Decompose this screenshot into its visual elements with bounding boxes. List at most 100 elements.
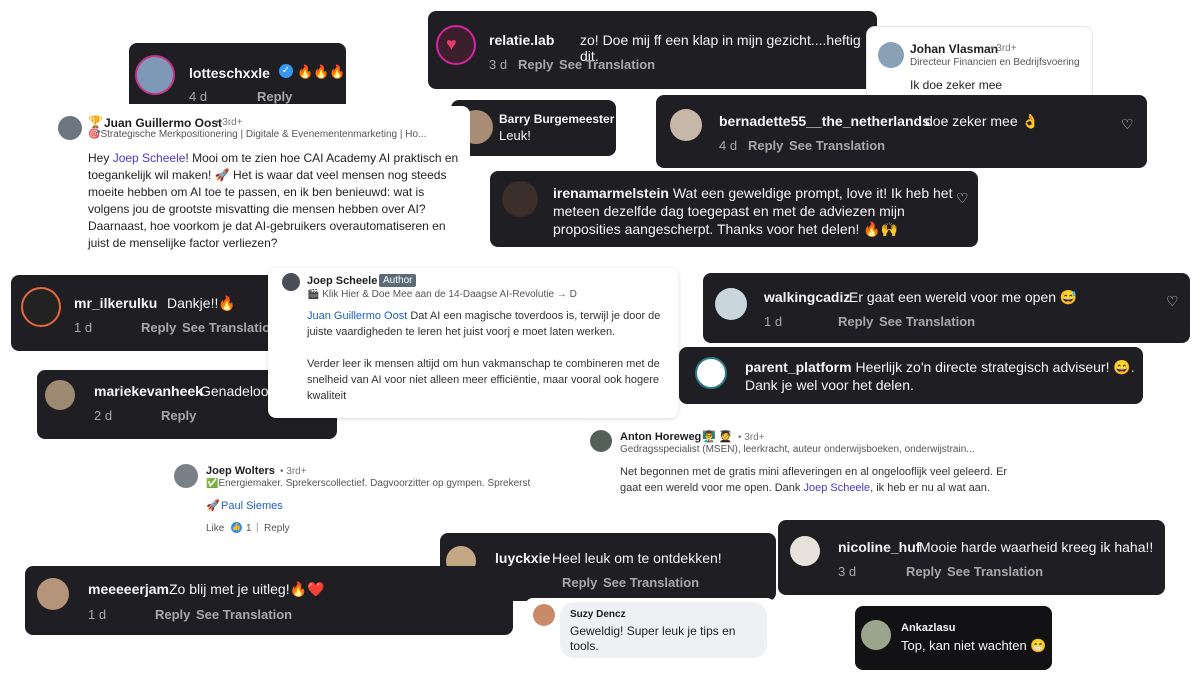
- comment-text: Ik doe zeker mee: [910, 78, 1003, 92]
- like-reaction-icon: 👍: [231, 522, 242, 533]
- comment-body: parent_platform Heerlijk zo'n directe st…: [745, 358, 1135, 394]
- headline: Directeur Financien en Bedrijfsvoering: [910, 57, 1080, 68]
- see-translation-button[interactable]: See Translation: [879, 314, 975, 329]
- mention-link[interactable]: Joep Scheele: [113, 151, 186, 165]
- degree-label: • 3rd+: [990, 43, 1017, 54]
- username[interactable]: bernadette55__the_netherlands: [719, 113, 930, 129]
- comment-text: Zo blij met je uitleg!🔥❤️: [169, 581, 325, 597]
- comment-text: Dankje!!🔥: [167, 295, 236, 311]
- comment-bernadette: bernadette55__the_netherlands doe zeker …: [656, 95, 1147, 168]
- author-name[interactable]: Suzy Dencz: [570, 609, 626, 620]
- comment-irenamarmelstein: irenamarmelstein Wat een geweldige promp…: [490, 171, 978, 247]
- comment-text: Er gaat een wereld voor me open 😅: [849, 289, 1078, 305]
- username[interactable]: mr_ilkerulku: [74, 295, 157, 311]
- username[interactable]: parent_platform: [745, 359, 852, 375]
- divider: |: [256, 522, 259, 533]
- avatar[interactable]: [45, 380, 75, 410]
- comment-text: , ik heb er nu al wat aan.: [870, 482, 990, 494]
- username[interactable]: nicoline_huf: [838, 539, 920, 555]
- author-name[interactable]: Johan Vlasman: [910, 42, 998, 56]
- comment-juan-guillermo-oost: 🏆 Juan Guillermo Oost • 3rd+ 🎯Strategisc…: [50, 106, 470, 254]
- see-translation-button[interactable]: See Translation: [603, 575, 699, 590]
- username[interactable]: lotteschxxle: [189, 65, 270, 81]
- avatar[interactable]: [282, 273, 300, 291]
- author-name[interactable]: Ankazlasu: [901, 622, 955, 634]
- heart-icon[interactable]: ♡: [956, 190, 969, 207]
- see-translation-button[interactable]: See Translation: [182, 320, 278, 335]
- author-badge: Author: [379, 274, 417, 287]
- username[interactable]: mariekevanheek: [94, 383, 203, 399]
- mention-link[interactable]: Joep Scheele: [803, 482, 870, 494]
- comment-mr-ilkerulku: mr_ilkerulku Dankje!!🔥 1 d Reply See Tra…: [11, 275, 286, 351]
- avatar[interactable]: [790, 536, 820, 566]
- username[interactable]: meeeeerjam: [88, 581, 169, 597]
- timestamp: 4 d: [719, 138, 738, 153]
- avatar[interactable]: [135, 55, 175, 95]
- reply-button[interactable]: Reply: [257, 89, 292, 104]
- reply-button[interactable]: Reply: [155, 607, 190, 622]
- author-name[interactable]: Joep Scheele: [307, 275, 377, 287]
- timestamp: 3 d: [838, 564, 857, 579]
- comment-relatie-lab: ♥ relatie.lab zo! Doe mij ff een klap in…: [428, 11, 877, 89]
- like-count: 1: [246, 523, 252, 534]
- reply-button[interactable]: Reply: [264, 523, 290, 534]
- reply-button[interactable]: Reply: [838, 314, 873, 329]
- author-name[interactable]: Anton Horeweg: [620, 431, 701, 443]
- comment-joep-scheele: Joep Scheele Author 🎬 Klik Hier & Doe Me…: [268, 268, 678, 418]
- reply-button[interactable]: Reply: [906, 564, 941, 579]
- comment-text: Mooie harde waarheid kreeg ik haha!!: [919, 539, 1154, 555]
- reply-button[interactable]: Reply: [562, 575, 597, 590]
- comment-text: Heel leuk om te ontdekken!: [552, 550, 722, 566]
- author-name[interactable]: Juan Guillermo Oost: [104, 116, 222, 130]
- see-translation-button[interactable]: See Translation: [947, 564, 1043, 579]
- reply-button[interactable]: Reply: [161, 408, 196, 423]
- comment-body: Hey Joep Scheele! Mooi om te zien hoe CA…: [88, 150, 466, 252]
- author-name[interactable]: Joep Wolters: [206, 465, 275, 477]
- avatar[interactable]: [37, 578, 69, 610]
- comment-barry-burgemeester: Barry Burgemeester Leuk!: [451, 100, 616, 156]
- timestamp: 1 d: [764, 314, 783, 329]
- avatar[interactable]: [861, 620, 891, 650]
- see-translation-button[interactable]: See Translation: [789, 138, 885, 153]
- comment-johan-vlasman: Johan Vlasman • 3rd+ Directeur Financien…: [867, 27, 1092, 105]
- avatar[interactable]: [502, 181, 538, 217]
- mention-link[interactable]: Paul Siemes: [221, 500, 283, 512]
- reply-button[interactable]: Reply: [748, 138, 783, 153]
- comment-walkingcadiz: walkingcadiz Er gaat een wereld voor me …: [703, 273, 1190, 343]
- timestamp: 1 d: [88, 607, 107, 622]
- mention-link[interactable]: Juan Guillermo Oost: [307, 310, 407, 322]
- heart-icon[interactable]: ♡: [1166, 293, 1179, 310]
- see-translation-button[interactable]: See Translation: [559, 57, 655, 72]
- avatar[interactable]: [590, 430, 612, 452]
- like-button[interactable]: Like: [206, 523, 224, 534]
- headline: ✅Energiemaker. Sprekerscollectief. Dagvo…: [206, 478, 531, 489]
- comment-text: doe zeker mee 👌: [925, 113, 1039, 129]
- avatar[interactable]: [695, 357, 727, 389]
- reply-button[interactable]: Reply: [141, 320, 176, 335]
- trophy-icon: 🏆: [88, 115, 103, 129]
- headline: Gedragsspecialist (MSEN), leerkracht, au…: [620, 444, 975, 455]
- degree-label: • 3rd+: [280, 466, 307, 477]
- username[interactable]: luyckxie: [495, 550, 550, 566]
- avatar[interactable]: [174, 464, 198, 488]
- degree-label: • 3rd+: [216, 117, 243, 128]
- comment-text: Leuk!: [499, 128, 531, 143]
- comment-nicoline-huf: nicoline_huf Mooie harde waarheid kreeg …: [778, 520, 1165, 595]
- avatar[interactable]: [878, 42, 904, 68]
- avatar[interactable]: [58, 116, 82, 140]
- comment-body: irenamarmelstein Wat een geweldige promp…: [553, 184, 953, 238]
- timestamp: 3 d: [489, 57, 508, 72]
- heart-logo-icon: ♥: [446, 34, 457, 54]
- username[interactable]: irenamarmelstein: [553, 185, 669, 201]
- heart-icon[interactable]: ♡: [1121, 116, 1134, 133]
- username[interactable]: walkingcadiz: [764, 289, 850, 305]
- reply-button[interactable]: Reply: [518, 57, 553, 72]
- author-name[interactable]: Barry Burgemeester: [499, 112, 614, 126]
- avatar[interactable]: [533, 604, 555, 626]
- avatar[interactable]: [715, 288, 747, 320]
- avatar[interactable]: [21, 287, 61, 327]
- comment-ankazlasu: Ankazlasu Top, kan niet wachten 😁: [855, 606, 1052, 670]
- username[interactable]: relatie.lab: [489, 32, 554, 48]
- see-translation-button[interactable]: See Translation: [196, 607, 292, 622]
- avatar[interactable]: [670, 109, 702, 141]
